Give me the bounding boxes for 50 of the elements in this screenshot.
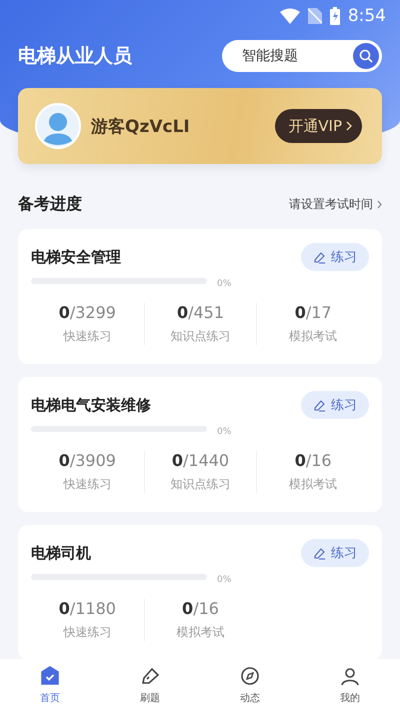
exam-time-link[interactable]: 请设置考试时间	[289, 196, 382, 213]
compass-icon	[239, 665, 261, 687]
practice-button[interactable]: 练习	[301, 391, 369, 419]
stat-count: 0/17	[294, 303, 332, 322]
user-name: 游客QzVcLI	[91, 116, 190, 138]
wifi-icon	[280, 8, 300, 24]
stat-label: 模拟考试	[289, 328, 338, 345]
progress-percent: 0%	[217, 279, 232, 289]
stat-count: 0/3299	[58, 303, 116, 322]
stat-label: 模拟考试	[289, 476, 338, 493]
section-title: 备考进度	[18, 194, 82, 215]
nav-tab[interactable]: 我的	[300, 659, 400, 711]
stat-count: 0/16	[294, 451, 332, 470]
pencil-icon	[313, 546, 326, 560]
progress-percent: 0%	[217, 575, 232, 585]
person-icon	[339, 665, 361, 687]
stat-label: 知识点练习	[170, 476, 230, 493]
stat-label: 快速练习	[63, 328, 112, 345]
stat-count: 0/1440	[172, 451, 230, 470]
course-title: 电梯安全管理	[31, 248, 121, 266]
stat-count: 0/3909	[58, 451, 116, 470]
course-title: 电梯电气安装维修	[31, 396, 151, 414]
home-icon	[39, 665, 61, 687]
pencil-icon	[139, 665, 161, 687]
chevron-icon	[346, 121, 352, 131]
status-time: 8:54	[348, 6, 386, 26]
stat-label: 知识点练习	[170, 328, 230, 345]
vip-button[interactable]: 开通VIP	[275, 109, 362, 143]
nav-tab[interactable]: 动态	[200, 659, 300, 711]
progress-percent: 0%	[217, 427, 232, 437]
no-sim-icon	[308, 8, 322, 24]
nav-tab[interactable]: 刷题	[100, 659, 200, 711]
stat-label: 快速练习	[63, 476, 112, 493]
stat-count: 0/1180	[58, 599, 116, 618]
stat-count: 0/451	[176, 303, 224, 322]
search-icon	[359, 49, 373, 63]
search-field[interactable]: 智能搜题	[222, 40, 382, 72]
battery-icon	[330, 7, 340, 25]
pencil-icon	[313, 250, 326, 264]
course-title: 电梯司机	[31, 544, 91, 562]
pencil-icon	[313, 398, 326, 412]
nav-tab[interactable]: 首页	[0, 659, 100, 711]
app-title: 电梯从业人员	[18, 44, 132, 69]
stat-count: 0/16	[182, 599, 219, 618]
practice-button[interactable]: 练习	[301, 539, 369, 567]
stat-label: 模拟考试	[176, 624, 224, 641]
chevron-icon	[377, 200, 382, 209]
avatar-icon	[35, 103, 81, 149]
stat-label: 快速练习	[63, 624, 112, 641]
practice-button[interactable]: 练习	[301, 243, 369, 271]
